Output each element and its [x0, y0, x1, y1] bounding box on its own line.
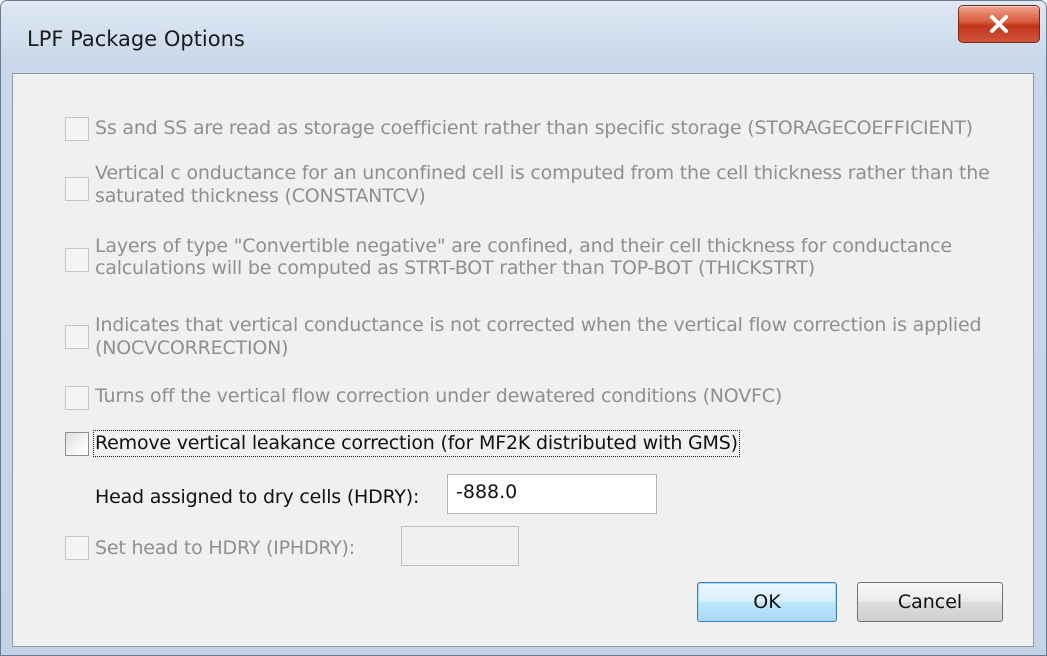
- novfc-checkbox[interactable]: [65, 386, 89, 410]
- iphdry-checkbox[interactable]: [65, 536, 89, 560]
- nocvcorrection-label-line2: (NOCVCORRECTION): [95, 337, 289, 359]
- hdry-label: Head assigned to dry cells (HDRY):: [95, 486, 420, 508]
- remove-leakance-label: Remove vertical leakance correction (for…: [93, 430, 740, 457]
- ok-button[interactable]: OK: [697, 582, 837, 622]
- dialog-body: Ss and SS are read as storage coefficien…: [12, 73, 1034, 647]
- nocvcorrection-checkbox[interactable]: [65, 325, 89, 349]
- novfc-label: Turns off the vertical flow correction u…: [95, 385, 783, 407]
- cancel-button[interactable]: Cancel: [857, 582, 1003, 622]
- close-icon: [990, 15, 1008, 33]
- close-button[interactable]: [958, 5, 1040, 43]
- nocvcorrection-label-line1: Indicates that vertical conductance is n…: [95, 314, 982, 336]
- constantcv-checkbox[interactable]: [65, 177, 89, 201]
- remove-leakance-checkbox[interactable]: [65, 432, 89, 456]
- iphdry-input[interactable]: [401, 526, 519, 566]
- storagecoefficient-checkbox[interactable]: [65, 117, 89, 141]
- dialog-window: LPF Package Options Ss and SS are read a…: [0, 0, 1047, 656]
- thickstrt-checkbox[interactable]: [65, 248, 89, 272]
- thickstrt-label-line1: Layers of type "Convertible negative" ar…: [95, 235, 952, 257]
- iphdry-label: Set head to HDRY (IPHDRY):: [95, 537, 355, 559]
- hdry-input[interactable]: -888.0: [447, 474, 657, 514]
- constantcv-label-line2: saturated thickness (CONSTANTCV): [95, 185, 426, 207]
- dialog-title: LPF Package Options: [27, 27, 245, 51]
- storagecoefficient-label: Ss and SS are read as storage coefficien…: [95, 117, 973, 139]
- thickstrt-label-line2: calculations will be computed as STRT-BO…: [95, 257, 815, 279]
- constantcv-label-line1: Vertical c onductance for an unconfined …: [95, 162, 990, 184]
- title-bar[interactable]: LPF Package Options: [1, 1, 1046, 73]
